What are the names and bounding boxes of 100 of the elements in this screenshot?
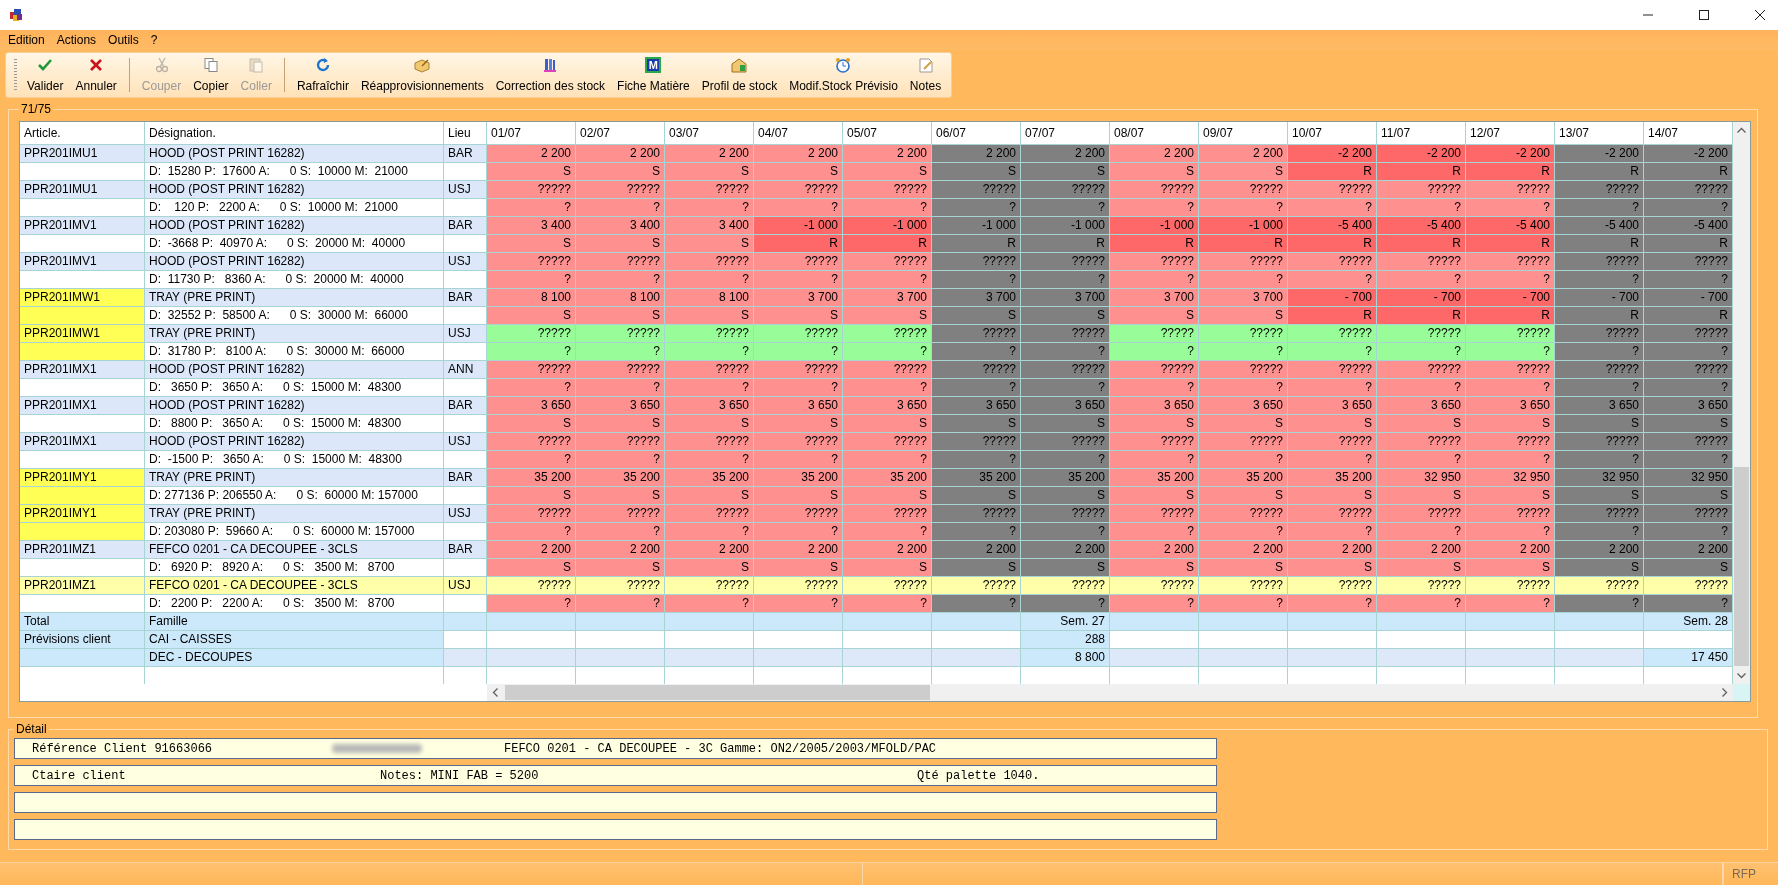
table-cell: S xyxy=(576,559,665,577)
column-header[interactable]: 07/07 xyxy=(1021,122,1110,145)
toolbar-button[interactable]: Réapprovisionnements xyxy=(354,53,490,97)
table-cell: 35 200 xyxy=(487,469,576,487)
table-cell: ? xyxy=(487,343,576,361)
status-text: RFP xyxy=(1723,863,1778,885)
table-cell: - 700 xyxy=(1466,289,1555,307)
toolbar-button[interactable]: Rafraîchir xyxy=(290,53,355,97)
table-cell: D: 277136 P: 206550 A: 0 S: 60000 M: 157000 xyxy=(145,487,444,505)
table-cell: ????? xyxy=(1021,325,1110,343)
table-cell: PPR201IMZ1 xyxy=(20,577,145,595)
table-cell: S xyxy=(1021,487,1110,505)
table-cell: ? xyxy=(1110,343,1199,361)
table-cell: ? xyxy=(487,523,576,541)
paste-icon xyxy=(248,57,265,73)
table-cell: 32 950 xyxy=(1555,469,1644,487)
table-cell: ????? xyxy=(754,433,843,451)
table-cell: -5 400 xyxy=(1377,217,1466,235)
table-cell: ? xyxy=(1377,523,1466,541)
table-cell: D: 15280 P: 17600 A: 0 S: 10000 M: 21000 xyxy=(145,163,444,181)
text-field[interactable]: Ctaire client Notes: MINI FAB = 5200 Qté palette 1040. xyxy=(14,765,1217,786)
close-button[interactable] xyxy=(1754,9,1766,21)
table-cell xyxy=(444,163,487,181)
table-cell: S xyxy=(1288,487,1377,505)
table-cell: R xyxy=(1110,235,1199,253)
column-header[interactable]: Désignation. xyxy=(145,122,444,145)
toolbar-button[interactable]: Notes xyxy=(903,53,948,97)
table-cell: 3 400 xyxy=(576,217,665,235)
column-header[interactable]: 09/07 xyxy=(1199,122,1288,145)
table-cell: S xyxy=(576,487,665,505)
table-cell: PPR201IMY1 xyxy=(20,469,145,487)
toolbar-button[interactable]: Correction des stock xyxy=(489,53,612,97)
table-cell: ? xyxy=(665,379,754,397)
scroll-thumb[interactable] xyxy=(1734,467,1749,666)
table-cell: 35 200 xyxy=(665,469,754,487)
table-cell: ????? xyxy=(843,361,932,379)
table-cell: ? xyxy=(932,523,1021,541)
table-cell: ? xyxy=(1199,451,1288,469)
text-field[interactable] xyxy=(14,792,1217,813)
menu-item[interactable]: Actions xyxy=(52,31,105,49)
table-cell: ? xyxy=(1644,595,1733,613)
column-header[interactable]: 14/07 xyxy=(1644,122,1733,145)
toolbar-button[interactable]: M Fiche Matière xyxy=(611,53,696,97)
column-header[interactable]: 08/07 xyxy=(1110,122,1199,145)
table-cell: PPR201IMX1 xyxy=(20,433,145,451)
table-cell: ????? xyxy=(754,181,843,199)
table-cell: 2 200 xyxy=(1466,541,1555,559)
menu-item[interactable]: ? xyxy=(146,31,166,49)
table-cell: -1 000 xyxy=(754,217,843,235)
toolbar-button[interactable]: Modif.Stock Prévisio xyxy=(783,53,904,97)
table-cell: ????? xyxy=(843,433,932,451)
table-cell: ? xyxy=(1021,199,1110,217)
table-cell: D: 31780 P: 8100 A: 0 S: 30000 M: 66000 xyxy=(145,343,444,361)
table-cell: ????? xyxy=(665,253,754,271)
toolbar-button[interactable]: Profil de stock xyxy=(695,53,784,97)
column-header[interactable]: 03/07 xyxy=(665,122,754,145)
table-cell: 2 200 xyxy=(1199,541,1288,559)
table-cell: ????? xyxy=(1466,253,1555,271)
menu-item[interactable]: Outils xyxy=(104,31,147,49)
table-cell: ????? xyxy=(1110,253,1199,271)
toolbar-button[interactable]: Valider xyxy=(21,53,70,97)
table-cell: ????? xyxy=(1110,181,1199,199)
table-cell: S xyxy=(1199,415,1288,433)
toolbar-button[interactable]: Copier xyxy=(187,53,235,97)
table-cell: PPR201IMX1 xyxy=(20,361,145,379)
table-cell: 3 650 xyxy=(576,397,665,415)
text-field[interactable]: Référence Client 91663066 FEFCO 0201 - CA DECOUPEE - 3C Gamme: ON2/2005/2003/MFOLD/PAC xyxy=(14,738,1217,759)
text-field[interactable] xyxy=(14,819,1217,840)
maximize-button[interactable] xyxy=(1698,9,1710,21)
table-cell: ? xyxy=(1377,199,1466,217)
column-header[interactable]: 11/07 xyxy=(1377,122,1466,145)
column-header[interactable]: 04/07 xyxy=(754,122,843,145)
scroll-thumb[interactable] xyxy=(505,685,930,700)
column-header[interactable]: 10/07 xyxy=(1288,122,1377,145)
vertical-scrollbar[interactable] xyxy=(1733,122,1750,684)
menu-item[interactable]: Edition xyxy=(4,31,53,49)
table-cell: S xyxy=(754,559,843,577)
table-cell: ? xyxy=(576,343,665,361)
table-cell: 35 200 xyxy=(754,469,843,487)
column-header[interactable]: 02/07 xyxy=(576,122,665,145)
column-header[interactable]: 12/07 xyxy=(1466,122,1555,145)
table-cell: ????? xyxy=(1555,505,1644,523)
table-cell: ? xyxy=(487,271,576,289)
table-cell: 2 200 xyxy=(1288,541,1377,559)
table-cell: 2 200 xyxy=(1110,541,1199,559)
toolbar-button[interactable]: Annuler xyxy=(69,53,123,97)
column-header[interactable]: 01/07 xyxy=(487,122,576,145)
table-cell: S xyxy=(1199,559,1288,577)
table-cell: ????? xyxy=(1644,253,1733,271)
table-cell: ? xyxy=(1377,595,1466,613)
column-header[interactable]: Lieu xyxy=(444,122,487,145)
column-header[interactable]: 13/07 xyxy=(1555,122,1644,145)
table-cell: 2 200 xyxy=(1199,145,1288,163)
table-cell: ? xyxy=(1644,523,1733,541)
table-cell: ? xyxy=(1288,343,1377,361)
column-header[interactable]: 05/07 xyxy=(843,122,932,145)
column-header[interactable]: Article. xyxy=(20,122,145,145)
table-cell: PPR201IMW1 xyxy=(20,289,145,307)
column-header[interactable]: 06/07 xyxy=(932,122,1021,145)
table-cell: ????? xyxy=(487,577,576,595)
